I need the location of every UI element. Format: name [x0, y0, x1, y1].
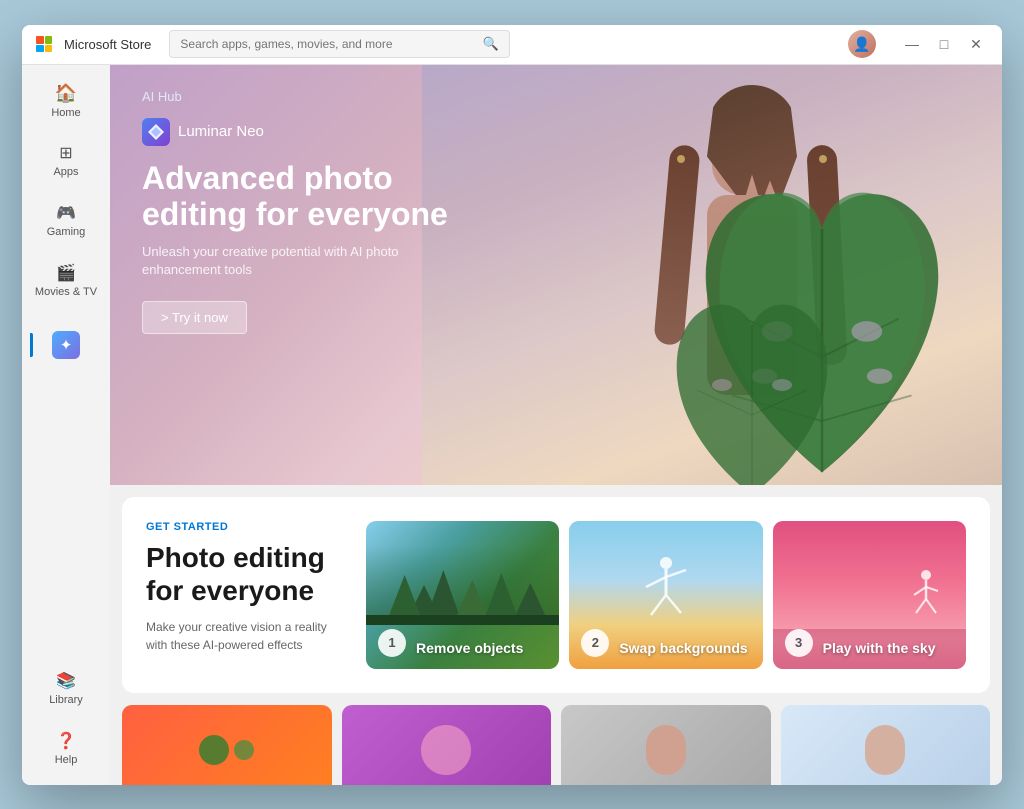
app-logo: [34, 34, 54, 54]
hero-badge: AI Hub: [142, 89, 479, 104]
sidebar-item-library[interactable]: 📚 Library: [30, 661, 102, 717]
get-started-label: GET STARTED: [146, 521, 346, 533]
search-icon: 🔍: [483, 36, 499, 52]
sidebar-item-apps[interactable]: ⊞ Apps: [30, 133, 102, 189]
card-2-num: 2: [581, 629, 609, 657]
hero-title: Advanced photo editing for everyone: [142, 160, 479, 234]
titlebar: Microsoft Store 🔍 👤 — □ ✕: [22, 25, 1002, 65]
features-title: Photo editing for everyone: [146, 541, 346, 608]
app-window: Microsoft Store 🔍 👤 — □ ✕ 🏠 Home ⊞ Apps: [22, 25, 1002, 785]
card-3-num: 3: [785, 629, 813, 657]
sidebar-item-library-label: Library: [49, 694, 83, 706]
maximize-button[interactable]: □: [930, 30, 958, 58]
hero-subtitle: Unleash your creative potential with AI …: [142, 243, 479, 279]
feature-card-1[interactable]: 1 Remove objects: [366, 521, 559, 669]
movies-icon: 🎬: [56, 263, 76, 283]
sidebar-item-apps-label: Apps: [53, 166, 78, 178]
apps-icon: ⊞: [59, 143, 72, 163]
active-indicator: [30, 333, 33, 357]
gaming-icon: 🎮: [56, 203, 76, 223]
sidebar-item-gaming[interactable]: 🎮 Gaming: [30, 193, 102, 249]
features-section: GET STARTED Photo editing for everyone M…: [122, 497, 990, 693]
avatar[interactable]: 👤: [848, 30, 876, 58]
home-icon: 🏠: [55, 83, 77, 104]
features-left: GET STARTED Photo editing for everyone M…: [146, 521, 346, 654]
content-area: AI Hub Luminar Neo Advanced photo editin…: [110, 65, 1002, 785]
sidebar-item-help[interactable]: ❓ Help: [30, 721, 102, 777]
ai-icon: ✦: [52, 331, 80, 359]
feature-card-2[interactable]: 2 Swap backgrounds: [569, 521, 762, 669]
bottom-cards: [122, 705, 990, 785]
features-desc: Make your creative vision a reality with…: [146, 618, 346, 654]
titlebar-title: Microsoft Store: [64, 37, 151, 52]
luminar-icon: [142, 118, 170, 146]
bottom-card-2[interactable]: [342, 705, 552, 785]
window-controls: — □ ✕: [898, 30, 990, 58]
close-button[interactable]: ✕: [962, 30, 990, 58]
hero-banner: AI Hub Luminar Neo Advanced photo editin…: [110, 65, 1002, 485]
main-layout: 🏠 Home ⊞ Apps 🎮 Gaming 🎬 Movies & TV ✦: [22, 65, 1002, 785]
sidebar-item-help-label: Help: [55, 754, 78, 766]
sidebar-item-gaming-label: Gaming: [47, 226, 86, 238]
sidebar-item-ai[interactable]: ✦: [30, 317, 102, 373]
minimize-button[interactable]: —: [898, 30, 926, 58]
card-2-label: Swap backgrounds: [619, 640, 747, 657]
card-3-label: Play with the sky: [823, 640, 936, 657]
sidebar-item-home[interactable]: 🏠 Home: [30, 73, 102, 129]
library-icon: 📚: [56, 671, 76, 691]
features-cards: 1 Remove objects: [366, 521, 966, 669]
hero-content: AI Hub Luminar Neo Advanced photo editin…: [110, 65, 511, 485]
sidebar-item-home-label: Home: [51, 107, 80, 119]
search-bar[interactable]: 🔍: [169, 30, 509, 58]
feature-card-3[interactable]: 3 Play with the sky: [773, 521, 966, 669]
help-icon: ❓: [56, 731, 76, 751]
sidebar-item-movies[interactable]: 🎬 Movies & TV: [30, 253, 102, 309]
bottom-card-3[interactable]: [561, 705, 771, 785]
hero-plant-2: [662, 285, 842, 485]
hero-app-name-row: Luminar Neo: [142, 118, 479, 146]
sidebar: 🏠 Home ⊞ Apps 🎮 Gaming 🎬 Movies & TV ✦: [22, 65, 110, 785]
bottom-card-1[interactable]: [122, 705, 332, 785]
search-input[interactable]: [180, 37, 476, 51]
try-it-button[interactable]: > Try it now: [142, 301, 247, 334]
card-1-num: 1: [378, 629, 406, 657]
card-1-label: Remove objects: [416, 640, 523, 657]
hero-app-title: Luminar Neo: [178, 123, 264, 140]
sidebar-item-movies-label: Movies & TV: [35, 286, 97, 298]
bottom-card-4[interactable]: [781, 705, 991, 785]
